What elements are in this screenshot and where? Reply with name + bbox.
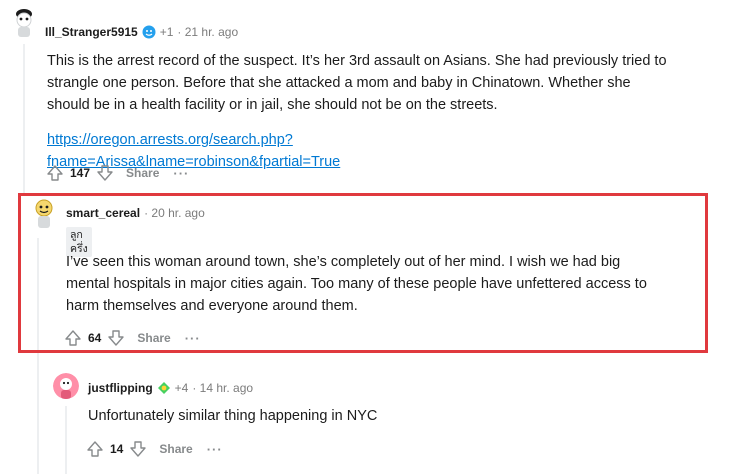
comment-actions: 14 Share ··· — [84, 437, 223, 461]
wholesome-award-icon[interactable] — [142, 25, 156, 39]
comment-line: I’ve seen this woman around town, she’s … — [66, 254, 621, 270]
comment-body: I’ve seen this woman around town, she’s … — [66, 251, 696, 317]
more-options-button[interactable]: ··· — [173, 166, 189, 181]
more-options-button[interactable]: ··· — [185, 331, 201, 346]
award-count: +1 — [159, 25, 174, 39]
share-button[interactable]: Share — [126, 166, 159, 180]
comment-actions: 64 Share ··· — [62, 326, 201, 350]
helpful-award-icon[interactable] — [157, 381, 171, 395]
share-button[interactable]: Share — [159, 442, 192, 456]
comment-author[interactable]: smart_cereal — [66, 206, 140, 220]
downvote-icon[interactable] — [94, 162, 116, 184]
comment-timestamp[interactable]: · 21 hr. ago — [177, 25, 238, 39]
vote-count: 14 — [110, 442, 124, 456]
comment-body: This is the arrest record of the suspect… — [47, 50, 727, 116]
vote-count: 147 — [70, 166, 91, 180]
comment-line: Unfortunately similar thing happening in… — [88, 408, 378, 424]
upvote-icon[interactable] — [84, 438, 106, 460]
comment-body: Unfortunately similar thing happening in… — [88, 405, 688, 427]
downvote-icon[interactable] — [127, 438, 149, 460]
award-count: +4 — [174, 381, 189, 395]
comment-timestamp[interactable]: · 14 hr. ago — [192, 381, 253, 395]
downvote-icon[interactable] — [105, 327, 127, 349]
comment-timestamp[interactable]: · 20 hr. ago — [144, 206, 205, 220]
upvote-icon[interactable] — [44, 162, 66, 184]
comment-line: harm themselves and everyone around them… — [66, 298, 358, 314]
comment-line: strangle one person. Before that she att… — [47, 75, 631, 91]
comment-author[interactable]: justflipping — [88, 381, 153, 395]
comment-line: should be in a health facility or in jai… — [47, 97, 498, 113]
thread-line-nested[interactable] — [65, 406, 67, 474]
more-options-button[interactable]: ··· — [207, 442, 223, 457]
comment-line: This is the arrest record of the suspect… — [47, 53, 667, 69]
avatar[interactable] — [30, 198, 58, 230]
comment-line: mental hospitals in major cities again. … — [66, 276, 647, 292]
avatar[interactable] — [53, 373, 79, 399]
avatar[interactable] — [10, 8, 38, 38]
share-button[interactable]: Share — [137, 331, 170, 345]
comment-actions: 147 Share ··· — [44, 161, 189, 185]
upvote-icon[interactable] — [62, 327, 84, 349]
vote-count: 64 — [88, 331, 102, 345]
thread-line-root[interactable] — [23, 44, 25, 194]
comment-author[interactable]: Ill_Stranger5915 — [45, 25, 138, 39]
